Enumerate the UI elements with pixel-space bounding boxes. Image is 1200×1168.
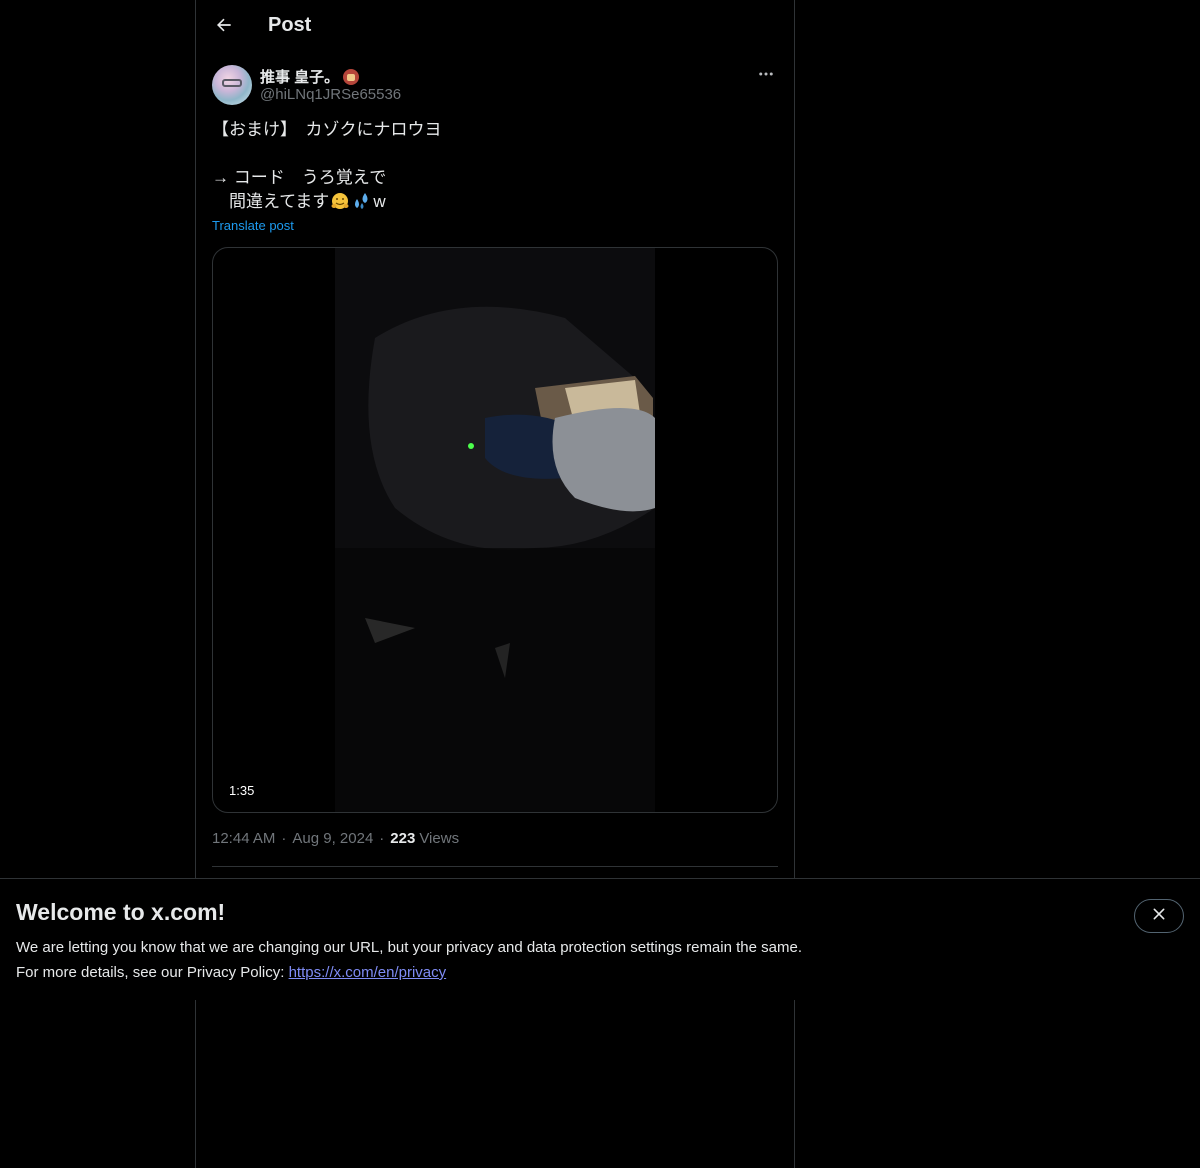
translate-post-link[interactable]: Translate post — [212, 218, 294, 233]
banner-title: Welcome to x.com! — [16, 899, 226, 925]
badge-emoji-icon — [343, 69, 360, 85]
avatar[interactable] — [212, 65, 252, 105]
banner-line-1: We are letting you know that we are chan… — [16, 939, 802, 956]
divider — [212, 866, 778, 867]
page-header: Post — [196, 0, 794, 54]
separator-dot: · — [379, 830, 385, 847]
more-options-button[interactable] — [754, 64, 778, 88]
banner-line-2-prefix: For more details, see our Privacy Policy… — [16, 964, 289, 981]
more-horizontal-icon — [757, 65, 775, 88]
views-label: Views — [419, 830, 460, 847]
post-date[interactable]: Aug 9, 2024 — [292, 830, 373, 847]
video-thumbnail — [335, 248, 655, 812]
hugging-face-emoji — [330, 191, 350, 211]
post-line-2: → コード うろ覚えで — [212, 168, 387, 187]
arrow-left-icon — [214, 15, 234, 40]
post-author: 推事 皇子。 @hiLNq1JRSe65536 — [212, 64, 778, 106]
post-line-3-suffix: w — [373, 192, 386, 211]
views-count: 223 — [390, 830, 416, 847]
author-handle[interactable]: @hiLNq1JRSe65536 — [260, 86, 401, 103]
post-text: 【おまけ】 カゾクにナロウヨ → コード うろ覚えで 間違えてます w — [212, 118, 778, 214]
banner-body: We are letting you know that we are chan… — [16, 935, 802, 985]
author-display-name: 推事 皇子。 — [260, 69, 340, 86]
video-duration: 1:35 — [223, 781, 261, 800]
close-banner-button[interactable] — [1134, 899, 1184, 933]
banner-line-2: For more details, see our Privacy Policy… — [16, 960, 802, 985]
post-line-3: 間違えてます — [212, 192, 330, 211]
video-player[interactable]: 1:35 — [212, 247, 778, 813]
post-meta: 12:44 AM · Aug 9, 2024 · 223 Views — [212, 830, 459, 847]
author-name[interactable]: 推事 皇子。 — [260, 66, 360, 87]
welcome-banner: Welcome to x.com! We are letting you kno… — [0, 878, 1200, 1000]
close-icon — [1151, 906, 1167, 927]
back-button[interactable] — [208, 10, 240, 44]
post-time[interactable]: 12:44 AM — [212, 830, 275, 847]
privacy-policy-link[interactable]: https://x.com/en/privacy — [289, 964, 447, 981]
sweat-droplets-emoji — [352, 191, 372, 211]
separator-dot: · — [281, 830, 287, 847]
post-line-1: 【おまけ】 カゾクにナロウヨ — [212, 120, 442, 139]
page-title: Post — [268, 14, 312, 36]
